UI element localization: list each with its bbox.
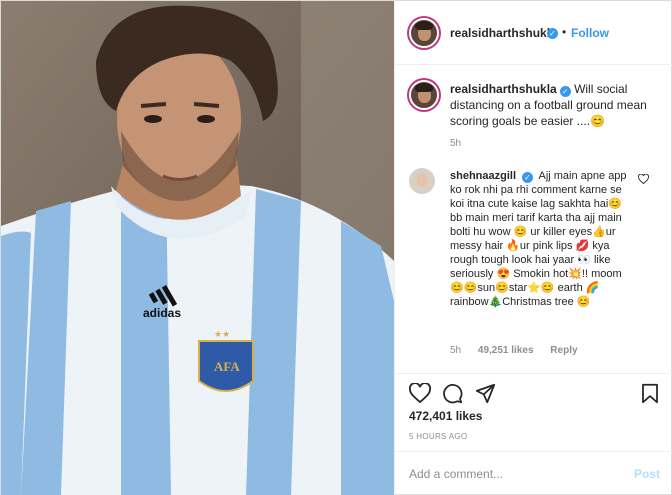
post-likes[interactable]: 472,401 likes: [409, 409, 482, 423]
add-comment-input[interactable]: [409, 464, 609, 484]
bookmark-icon[interactable]: [641, 383, 659, 404]
comment-text-block: shehnaazgill ✓ Ajj main apne app ko rok n…: [450, 169, 630, 309]
add-comment-bar: Post: [395, 451, 672, 495]
header-username[interactable]: realsidharthshukla: [450, 26, 557, 40]
caption-username[interactable]: realsidharthshukla: [450, 82, 557, 96]
reply-button[interactable]: Reply: [550, 345, 577, 356]
post-header: realsidharthshukla ✓ • Follow: [395, 1, 672, 65]
comment-like-heart-icon[interactable]: [638, 174, 649, 184]
caption-text-block: realsidharthshukla ✓ Will social distanci…: [450, 81, 662, 129]
verified-badge-icon: ✓: [547, 28, 558, 39]
comment-time[interactable]: 5h: [450, 345, 461, 356]
verified-badge-icon: ✓: [559, 86, 571, 97]
instagram-post: adidas AFA ★★ realsidharthshukla ✓ • Fol…: [0, 0, 672, 495]
caption-time[interactable]: 5h: [450, 138, 461, 149]
post-photo[interactable]: adidas AFA ★★: [1, 1, 394, 495]
comment-icon[interactable]: [442, 383, 463, 404]
post-timestamp[interactable]: 5 HOURS AGO: [409, 432, 467, 441]
comment-text: Ajj main apne app ko rok nhi pa rhi comm…: [450, 170, 627, 308]
comment-likes[interactable]: 49,251 likes: [478, 345, 534, 356]
post-comment-button[interactable]: Post: [634, 467, 660, 481]
adidas-wordmark: adidas: [143, 306, 181, 320]
follow-button[interactable]: Follow: [571, 26, 609, 40]
caption-avatar[interactable]: [409, 80, 439, 110]
post-photo-art: adidas AFA ★★: [1, 1, 394, 495]
svg-text:★★: ★★: [214, 330, 230, 340]
comment-username[interactable]: shehnaazgill: [450, 170, 516, 182]
comment-meta: 5h 49,251 likes Reply: [450, 345, 592, 356]
header-separator: •: [562, 25, 567, 39]
action-bar: [395, 373, 672, 413]
share-icon[interactable]: [475, 383, 496, 404]
post-sidebar: realsidharthshukla ✓ • Follow realsidhar…: [394, 1, 672, 495]
author-avatar[interactable]: [409, 18, 439, 48]
commenter-avatar[interactable]: [409, 168, 435, 194]
heart-icon[interactable]: [409, 383, 431, 403]
afa-badge-text: AFA: [214, 359, 240, 374]
verified-badge-icon: ✓: [522, 172, 534, 183]
